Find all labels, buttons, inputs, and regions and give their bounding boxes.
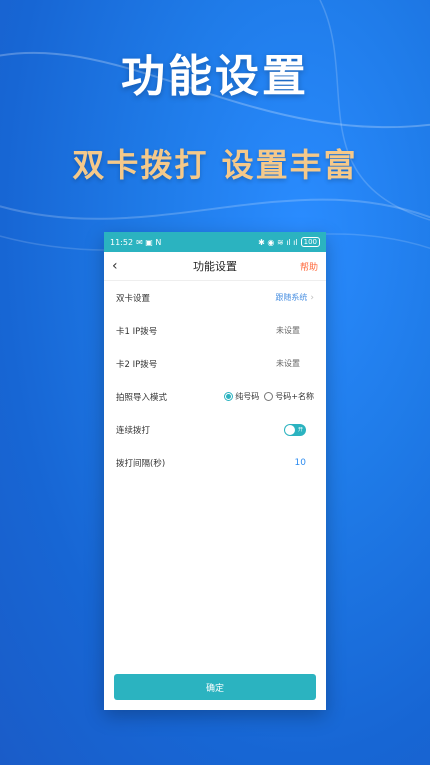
row-label: 拨打间隔(秒) (116, 458, 166, 469)
settings-row-dual-card[interactable]: 双卡设置 跟随系统 › (104, 281, 326, 314)
import-mode-radio-group: 纯号码 号码+名称 (224, 391, 314, 402)
radio-unselected-icon (264, 392, 274, 401)
dial-interval-value: 10 (294, 457, 306, 468)
battery-icon: 100 (300, 237, 320, 247)
radio-label: 号码+名称 (275, 392, 314, 401)
chevron-right-icon: › (310, 292, 314, 303)
phone-screen: 11:52 ✉ ▣ N ✱ ◉ ≋ ıl ıl 100 ‹ 功能设置 帮助 双卡… (104, 232, 326, 710)
settings-row-card2-ip[interactable]: 卡2 IP拨号 未设置 (104, 347, 326, 380)
row-label: 双卡设置 (116, 293, 151, 304)
status-left: 11:52 ✉ ▣ N (110, 238, 161, 247)
nav-bar: ‹ 功能设置 帮助 (104, 252, 326, 281)
promo-headline: 功能设置 (121, 51, 309, 102)
row-label: 连续拨打 (116, 425, 151, 436)
radio-label: 纯号码 (235, 392, 260, 401)
card1-ip-value: 未设置 (276, 326, 300, 335)
settings-row-continuous-dial: 连续拨打 开 (104, 413, 326, 446)
row-label: 卡1 IP拨号 (116, 326, 158, 337)
card2-ip-value: 未设置 (276, 359, 300, 368)
settings-row-card1-ip[interactable]: 卡1 IP拨号 未设置 (104, 314, 326, 347)
back-icon[interactable]: ‹ (112, 258, 132, 274)
status-right: ✱ ◉ ≋ ıl ıl 100 (258, 237, 320, 247)
settings-row-import-mode: 拍照导入模式 纯号码 号码+名称 (104, 380, 326, 413)
radio-option-number-name[interactable]: 号码+名称 (264, 391, 314, 402)
status-time: 11:52 (110, 237, 134, 247)
radio-selected-icon (224, 392, 234, 401)
page-title: 功能设置 (193, 260, 237, 273)
radio-option-number-only[interactable]: 纯号码 (224, 391, 259, 402)
promo-subline: 双卡拨打 设置丰富 (72, 146, 358, 184)
confirm-button[interactable]: 确定 (114, 674, 316, 700)
help-button[interactable]: 帮助 (300, 260, 318, 273)
row-label: 拍照导入模式 (116, 392, 168, 403)
toggle-knob (285, 424, 295, 435)
notification-icons: ✉ ▣ N (136, 237, 162, 247)
row-label: 卡2 IP拨号 (116, 359, 158, 370)
toggle-text: 开 (297, 427, 303, 433)
settings-row-dial-interval[interactable]: 拨打间隔(秒) 10 (104, 446, 326, 479)
status-bar: 11:52 ✉ ▣ N ✱ ◉ ≋ ıl ıl 100 (104, 232, 326, 252)
continuous-dial-toggle[interactable]: 开 (284, 423, 306, 436)
row-value: 跟随系统 › (275, 292, 314, 303)
signal-icons: ✱ ◉ ≋ ıl ıl (258, 237, 298, 247)
dual-card-value: 跟随系统 (275, 293, 308, 302)
